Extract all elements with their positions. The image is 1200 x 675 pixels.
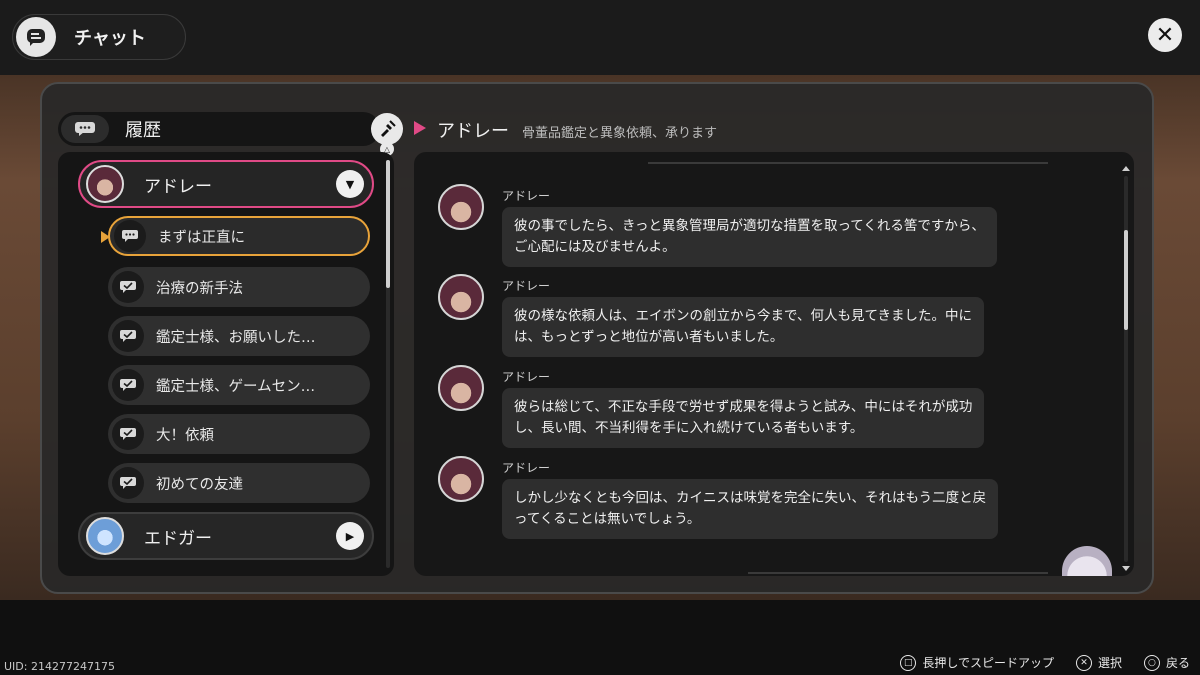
chat-check-icon xyxy=(112,369,144,401)
message-line: ご心配には及びませんよ。 xyxy=(514,239,676,255)
history-header: 履歴 xyxy=(58,112,380,146)
message-bubble: 彼の様な依頼人は、エイボンの創立から今まで、何人も見てきました。中に は、もっと… xyxy=(502,297,985,357)
chat-contact-name: アドレー xyxy=(437,121,509,142)
contact-name: エドガー xyxy=(144,528,212,549)
chat-scrollbar-thumb[interactable] xyxy=(1124,230,1128,330)
chat-contact-subtitle: 骨董品鑑定と異象依頼、承ります xyxy=(522,126,718,141)
message-line: は、もっとずっと地位が高い者もいました。 xyxy=(514,329,784,345)
chat-check-icon xyxy=(112,418,144,450)
message-bubble: 彼の事でしたら、きっと異象管理局が適切な措置を取ってくれる筈ですから、 ご心配に… xyxy=(502,207,997,267)
chat-check-icon xyxy=(112,271,144,303)
topic-item[interactable]: 鑑定士様、ゲームセン… xyxy=(108,365,370,405)
avatar xyxy=(438,184,484,230)
avatar xyxy=(438,456,484,502)
play-icon[interactable]: ▶ xyxy=(336,522,364,550)
topic-label: 大！依頼 xyxy=(156,427,214,444)
contact-edgar[interactable]: エドガー ▶ xyxy=(78,512,374,560)
message-sender: アドレー xyxy=(502,461,551,475)
topic-item[interactable]: まずは正直に xyxy=(108,216,370,256)
hint-label: 選択 xyxy=(1097,656,1122,670)
message-line: し、長い間、不当利得を手に入れ続けている者もいます。 xyxy=(514,420,864,436)
button-hints: □ 長押しでスピードアップ ✕ 選択 ○ 戻る xyxy=(900,654,1190,671)
avatar xyxy=(438,365,484,411)
topic-item[interactable]: 治療の新手法 xyxy=(108,267,370,307)
scroll-down-icon xyxy=(1122,566,1130,571)
avatar xyxy=(86,165,124,203)
uid-label: UID: 214277247175 xyxy=(4,660,115,673)
message-sender: アドレー xyxy=(502,370,551,384)
chat-check-icon xyxy=(112,467,144,499)
topic-label: 治療の新手法 xyxy=(156,280,243,297)
message-sender: アドレー xyxy=(502,279,551,293)
message-bubble: 彼らは総じて、不正な手段で労せず成果を得ようと試み、中にはそれが成功 し、長い間… xyxy=(502,388,985,448)
topic-item[interactable]: 大！依頼 xyxy=(108,414,370,454)
topic-label: 鑑定士様、お願いした… xyxy=(156,329,316,346)
history-scrollbar-thumb[interactable] xyxy=(386,160,390,288)
chat-header-arrow-icon xyxy=(414,121,426,135)
chat-app-icon xyxy=(16,17,56,57)
topic-item[interactable]: 鑑定士様、お願いした… xyxy=(108,316,370,356)
message-line: 彼の様な依頼人は、エイボンの創立から今まで、何人も見てきました。中に xyxy=(514,308,973,324)
topic-item[interactable]: 初めての友達 xyxy=(108,463,370,503)
topic-label: 鑑定士様、ゲームセン… xyxy=(156,378,316,395)
message-bubble: しかし少なくとも今回は、カイニスは味覚を完全に失い、それはもう二度と戻 ってくる… xyxy=(502,479,999,539)
circle-button-icon: ○ xyxy=(1143,654,1160,671)
contact-adre[interactable]: アドレー ▼ xyxy=(78,160,374,208)
app-header: チャット xyxy=(12,14,186,60)
chat-bubble-icon xyxy=(61,115,109,143)
message-line: ってくることは無いでしょう。 xyxy=(514,511,701,527)
close-icon[interactable]: ✕ xyxy=(1148,18,1182,52)
cross-button-icon: ✕ xyxy=(1075,654,1092,671)
hint-label: 戻る xyxy=(1165,656,1190,670)
divider xyxy=(748,572,1048,574)
square-button-icon: □ xyxy=(900,654,917,671)
topic-label: まずは正直に xyxy=(158,229,245,246)
chat-dots-icon xyxy=(114,220,146,252)
chevron-down-icon[interactable]: ▼ xyxy=(336,170,364,198)
avatar xyxy=(86,517,124,555)
topic-label: 初めての友達 xyxy=(156,476,243,493)
message-sender: アドレー xyxy=(502,189,551,203)
brush-icon[interactable] xyxy=(371,113,403,145)
chat-check-icon xyxy=(112,320,144,352)
divider xyxy=(648,162,1048,164)
avatar xyxy=(438,274,484,320)
hint-label: 長押しでスピードアップ xyxy=(922,656,1054,670)
message-line: 彼らは総じて、不正な手段で労せず成果を得ようと試み、中にはそれが成功 xyxy=(514,399,973,415)
history-title: 履歴 xyxy=(125,120,161,141)
message-line: しかし少なくとも今回は、カイニスは味覚を完全に失い、それはもう二度と戻 xyxy=(514,490,987,506)
scroll-up-icon xyxy=(1122,166,1130,171)
message-line: 彼の事でしたら、きっと異象管理局が適切な措置を取ってくれる筈ですから、 xyxy=(514,218,985,234)
contact-name: アドレー xyxy=(144,176,212,197)
page-title: チャット xyxy=(74,28,146,49)
